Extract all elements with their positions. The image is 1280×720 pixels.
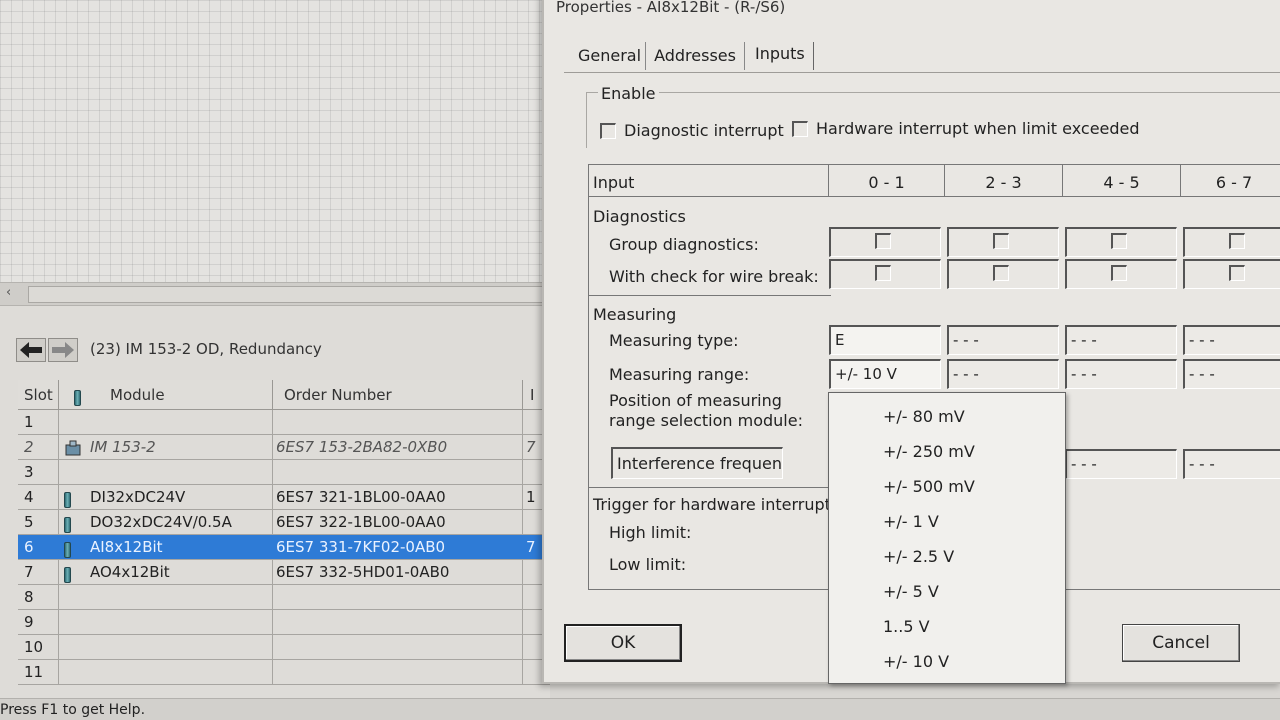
wire-break-checkbox-2-3[interactable] xyxy=(947,259,1059,289)
column-header-2-3: 2 - 3 xyxy=(945,165,1063,197)
wire-break-checkbox-6-7[interactable] xyxy=(1183,259,1280,289)
table-row[interactable]: 3 xyxy=(18,460,550,485)
status-text: Press F1 to get Help. xyxy=(0,702,146,718)
interference-frequency-label: Interference frequency xyxy=(611,447,783,479)
table-row[interactable]: 10 xyxy=(18,635,550,660)
checkbox-icon[interactable] xyxy=(600,122,616,139)
station-canvas[interactable] xyxy=(0,0,550,282)
trigger-section-label: Trigger for hardware interrupt xyxy=(593,495,831,514)
row-divider xyxy=(589,295,831,296)
group-diagnostics-checkbox-6-7[interactable] xyxy=(1183,227,1280,257)
group-diagnostics-checkbox-0-1[interactable] xyxy=(829,227,941,257)
measuring-section-label: Measuring xyxy=(593,305,677,324)
interference-field-4-5[interactable]: - - - xyxy=(1065,449,1177,479)
dropdown-option[interactable]: +/- 10 V xyxy=(829,638,1065,673)
dropdown-option[interactable]: 1..5 V xyxy=(829,603,1065,638)
slot-table: Slot Module Order Number I 1 2 IM 153-2 … xyxy=(18,380,550,685)
dropdown-option[interactable]: +/- 500 mV xyxy=(829,463,1065,498)
measuring-range-field-0-1[interactable]: +/- 10 V xyxy=(829,359,941,389)
measuring-range-label: Measuring range: xyxy=(609,365,750,384)
wire-break-label: With check for wire break: xyxy=(609,267,819,286)
tab-general[interactable]: General xyxy=(574,42,647,70)
table-row[interactable]: 9 xyxy=(18,610,550,635)
input-column-header: Input xyxy=(589,165,829,197)
position-label-line1: Position of measuring xyxy=(609,391,782,410)
column-header-6-7: 6 - 7 xyxy=(1181,165,1280,197)
dropdown-option[interactable]: +/- 5 V xyxy=(829,568,1065,603)
scrollbar-thumb[interactable] xyxy=(28,286,548,303)
tab-addresses[interactable]: Addresses xyxy=(646,42,745,70)
wire-break-checkbox-0-1[interactable] xyxy=(829,259,941,289)
measuring-type-field-0-1[interactable]: E xyxy=(829,325,941,355)
group-diagnostics-label: Group diagnostics: xyxy=(609,235,759,254)
table-row[interactable]: 8 xyxy=(18,585,550,610)
group-diagnostics-checkbox-2-3[interactable] xyxy=(947,227,1059,257)
ok-button[interactable]: OK xyxy=(564,624,682,662)
high-limit-label: High limit: xyxy=(609,523,692,542)
dropdown-option[interactable]: +/- 2.5 V xyxy=(829,533,1065,568)
header-module[interactable]: Module xyxy=(110,386,165,404)
forward-button[interactable] xyxy=(48,338,78,362)
header-order-number[interactable]: Order Number xyxy=(284,386,392,404)
tab-bar: General Addresses Inputs xyxy=(574,42,814,72)
column-header-4-5: 4 - 5 xyxy=(1063,165,1181,197)
measuring-range-dropdown: +/- 80 mV +/- 250 mV +/- 500 mV +/- 1 V … xyxy=(828,392,1066,684)
table-row-selected[interactable]: 6 AI8x12Bit 6ES7 331-7KF02-0AB0 7 xyxy=(18,535,550,560)
header-extra[interactable]: I xyxy=(530,386,534,404)
header-slot[interactable]: Slot xyxy=(24,386,53,404)
station-nav xyxy=(16,338,78,362)
measuring-type-field-2-3[interactable]: - - - xyxy=(947,325,1059,355)
tab-divider xyxy=(564,72,1280,73)
measuring-range-field-6-7[interactable]: - - - xyxy=(1183,359,1280,389)
tab-inputs[interactable]: Inputs xyxy=(745,42,814,70)
dropdown-option[interactable]: +/- 80 mV xyxy=(829,393,1065,428)
table-row[interactable]: 7 AO4x12Bit 6ES7 332-5HD01-0AB0 xyxy=(18,560,550,585)
measuring-type-field-6-7[interactable]: - - - xyxy=(1183,325,1280,355)
arrow-right-icon xyxy=(52,342,74,358)
status-bar: Press F1 to get Help. xyxy=(0,698,1280,720)
cancel-button[interactable]: Cancel xyxy=(1122,624,1240,662)
measuring-range-field-2-3[interactable]: - - - xyxy=(947,359,1059,389)
table-row[interactable]: 1 xyxy=(18,410,550,435)
low-limit-label: Low limit: xyxy=(609,555,687,574)
column-header-0-1: 0 - 1 xyxy=(829,165,945,197)
interference-field-6-7[interactable]: - - - xyxy=(1183,449,1280,479)
row-divider xyxy=(589,487,831,488)
table-row[interactable]: 2 IM 153-2 6ES7 153-2BA82-0XB0 7 xyxy=(18,435,550,460)
scroll-left-icon[interactable]: ‹ xyxy=(6,285,11,300)
back-button[interactable] xyxy=(16,338,46,362)
measuring-type-field-4-5[interactable]: - - - xyxy=(1065,325,1177,355)
horizontal-scrollbar[interactable]: ‹ xyxy=(0,282,550,306)
checkbox-icon[interactable] xyxy=(792,120,808,137)
slot-table-header: Slot Module Order Number I xyxy=(18,380,550,410)
enable-group-label: Enable xyxy=(598,84,659,103)
dialog-title: Properties - AI8x12Bit - (R-/S6) xyxy=(556,0,786,16)
position-label-line2: range selection module: xyxy=(609,411,803,430)
table-row[interactable]: 11 xyxy=(18,660,550,685)
arrow-left-icon xyxy=(20,342,42,358)
hardware-interrupt-checkbox[interactable]: Hardware interrupt when limit exceeded xyxy=(792,118,1140,138)
measuring-range-field-4-5[interactable]: - - - xyxy=(1065,359,1177,389)
interface-module-icon xyxy=(64,439,82,461)
group-diagnostics-checkbox-4-5[interactable] xyxy=(1065,227,1177,257)
dropdown-option[interactable]: +/- 1 V xyxy=(829,498,1065,533)
diagnostics-section-label: Diagnostics xyxy=(593,207,686,226)
dropdown-option[interactable]: +/- 250 mV xyxy=(829,428,1065,463)
table-row[interactable]: 5 DO32xDC24V/0.5A 6ES7 322-1BL00-0AA0 xyxy=(18,510,550,535)
station-title: (23) IM 153-2 OD, Redundancy xyxy=(90,340,322,358)
table-row[interactable]: 4 DI32xDC24V 6ES7 321-1BL00-0AA0 1 xyxy=(18,485,550,510)
wire-break-checkbox-4-5[interactable] xyxy=(1065,259,1177,289)
diagnostic-interrupt-checkbox[interactable]: Diagnostic interrupt xyxy=(600,120,784,140)
measuring-type-label: Measuring type: xyxy=(609,331,739,350)
